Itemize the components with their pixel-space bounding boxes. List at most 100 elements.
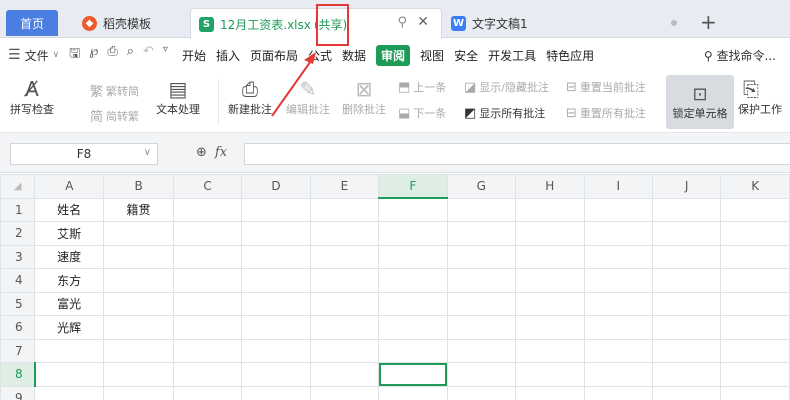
tab-home[interactable]: 首页: [6, 10, 58, 36]
row-header[interactable]: 6: [0, 315, 36, 340]
share-icon[interactable]: ⚲: [397, 15, 407, 30]
cell-d4[interactable]: [241, 268, 311, 293]
cell-e1[interactable]: [309, 197, 380, 222]
cell-d3[interactable]: [241, 244, 311, 269]
cell-b2[interactable]: [103, 221, 174, 246]
cell-g9[interactable]: [446, 385, 517, 400]
column-header-i[interactable]: I: [583, 174, 653, 199]
cell-e6[interactable]: [309, 315, 380, 340]
cell-d5[interactable]: [241, 291, 311, 316]
formula-input[interactable]: [244, 143, 790, 165]
fx-icon[interactable]: fx: [215, 145, 227, 160]
cell-i9[interactable]: [583, 385, 653, 400]
spellcheck-button[interactable]: A̸ 拼写检查: [10, 77, 54, 117]
cell-d7[interactable]: [241, 338, 311, 363]
column-header-d[interactable]: D: [241, 174, 311, 199]
cell-g1[interactable]: [446, 197, 517, 222]
cell-a4[interactable]: 东方: [34, 268, 105, 293]
column-header-f[interactable]: F: [378, 174, 448, 199]
cell-b1[interactable]: 籍贯: [103, 197, 174, 222]
cell-f9[interactable]: [378, 385, 448, 400]
zoom-icon[interactable]: ⊕: [196, 145, 207, 160]
cell-c2[interactable]: [172, 221, 243, 246]
protect-sheet-button[interactable]: ⎘ 保护工作: [738, 77, 790, 117]
cell-b9[interactable]: [103, 385, 174, 400]
cell-c5[interactable]: [172, 291, 243, 316]
cell-g8[interactable]: [446, 362, 517, 387]
column-header-g[interactable]: G: [446, 174, 517, 199]
cell-k2[interactable]: [720, 221, 790, 246]
row-header[interactable]: 4: [0, 268, 36, 293]
column-header-k[interactable]: K: [720, 174, 790, 199]
row-header[interactable]: 1: [0, 197, 36, 222]
cell-j5[interactable]: [651, 291, 722, 316]
cell-j2[interactable]: [651, 221, 722, 246]
cell-j8[interactable]: [651, 362, 722, 387]
cell-b3[interactable]: [103, 244, 174, 269]
row-header[interactable]: 8: [0, 362, 36, 387]
show-hide-comment-button[interactable]: ◪ 显示/隐藏批注: [464, 79, 549, 95]
cell-a3[interactable]: 速度: [34, 244, 105, 269]
cell-h3[interactable]: [515, 244, 585, 269]
column-header-b[interactable]: B: [103, 174, 174, 199]
cell-g2[interactable]: [446, 221, 517, 246]
tab-template[interactable]: ◆ 稻壳模板: [74, 8, 184, 38]
cell-j4[interactable]: [651, 268, 722, 293]
cell-h8[interactable]: [515, 362, 585, 387]
cell-c9[interactable]: [172, 385, 243, 400]
cell-c1[interactable]: [172, 197, 243, 222]
cell-j7[interactable]: [651, 338, 722, 363]
column-header-a[interactable]: A: [34, 174, 105, 199]
cell-h4[interactable]: [515, 268, 585, 293]
new-comment-button[interactable]: ⎙ 新建批注: [228, 77, 272, 117]
cell-d8[interactable]: [241, 362, 311, 387]
cell-i6[interactable]: [583, 315, 653, 340]
new-tab-button[interactable]: +: [700, 10, 717, 34]
customize-icon[interactable]: ▿: [163, 44, 168, 66]
cell-f2[interactable]: [378, 221, 448, 246]
cell-e2[interactable]: [309, 221, 380, 246]
cell-j1[interactable]: [651, 197, 722, 222]
cell-j3[interactable]: [651, 244, 722, 269]
name-box[interactable]: F8 ∨: [10, 143, 158, 165]
row-header[interactable]: 7: [0, 338, 36, 363]
menu-item-features[interactable]: 特色应用: [546, 47, 594, 64]
cell-c7[interactable]: [172, 338, 243, 363]
cell-f1[interactable]: [378, 197, 448, 222]
prev-comment-button[interactable]: ⬒ 上一条: [398, 79, 446, 95]
column-header-e[interactable]: E: [309, 174, 380, 199]
reset-all-comments-button[interactable]: ⊟ 重置所有批注: [566, 105, 646, 121]
cell-d1[interactable]: [241, 197, 311, 222]
cell-h6[interactable]: [515, 315, 585, 340]
cell-f5[interactable]: [378, 291, 448, 316]
cell-i4[interactable]: [583, 268, 653, 293]
reset-current-comment-button[interactable]: ⊟ 重置当前批注: [566, 79, 646, 95]
undo-icon[interactable]: ↶: [143, 44, 154, 66]
cell-i3[interactable]: [583, 244, 653, 269]
menu-item-page-layout[interactable]: 页面布局: [250, 47, 298, 64]
cell-a5[interactable]: 富光: [34, 291, 105, 316]
print-icon[interactable]: ⎙: [107, 44, 117, 66]
menu-item-review[interactable]: 审阅: [376, 44, 411, 66]
cell-f7[interactable]: [378, 338, 448, 363]
cell-a7[interactable]: [34, 338, 105, 363]
cell-f3[interactable]: [378, 244, 448, 269]
menu-item-view[interactable]: 视图: [420, 47, 444, 64]
cell-k6[interactable]: [720, 315, 790, 340]
cell-a2[interactable]: 艾斯: [34, 221, 105, 246]
cell-h5[interactable]: [515, 291, 585, 316]
cell-g6[interactable]: [446, 315, 517, 340]
cell-a8[interactable]: [34, 362, 105, 387]
cell-e9[interactable]: [309, 385, 380, 400]
cell-k3[interactable]: [720, 244, 790, 269]
menu-item-data[interactable]: 数据: [342, 47, 366, 64]
cell-g7[interactable]: [446, 338, 517, 363]
cell-b6[interactable]: [103, 315, 174, 340]
row-header[interactable]: 5: [0, 291, 36, 316]
cell-h2[interactable]: [515, 221, 585, 246]
cell-k5[interactable]: [720, 291, 790, 316]
cell-i1[interactable]: [583, 197, 653, 222]
cell-h1[interactable]: [515, 197, 585, 222]
cell-k4[interactable]: [720, 268, 790, 293]
cell-e5[interactable]: [309, 291, 380, 316]
